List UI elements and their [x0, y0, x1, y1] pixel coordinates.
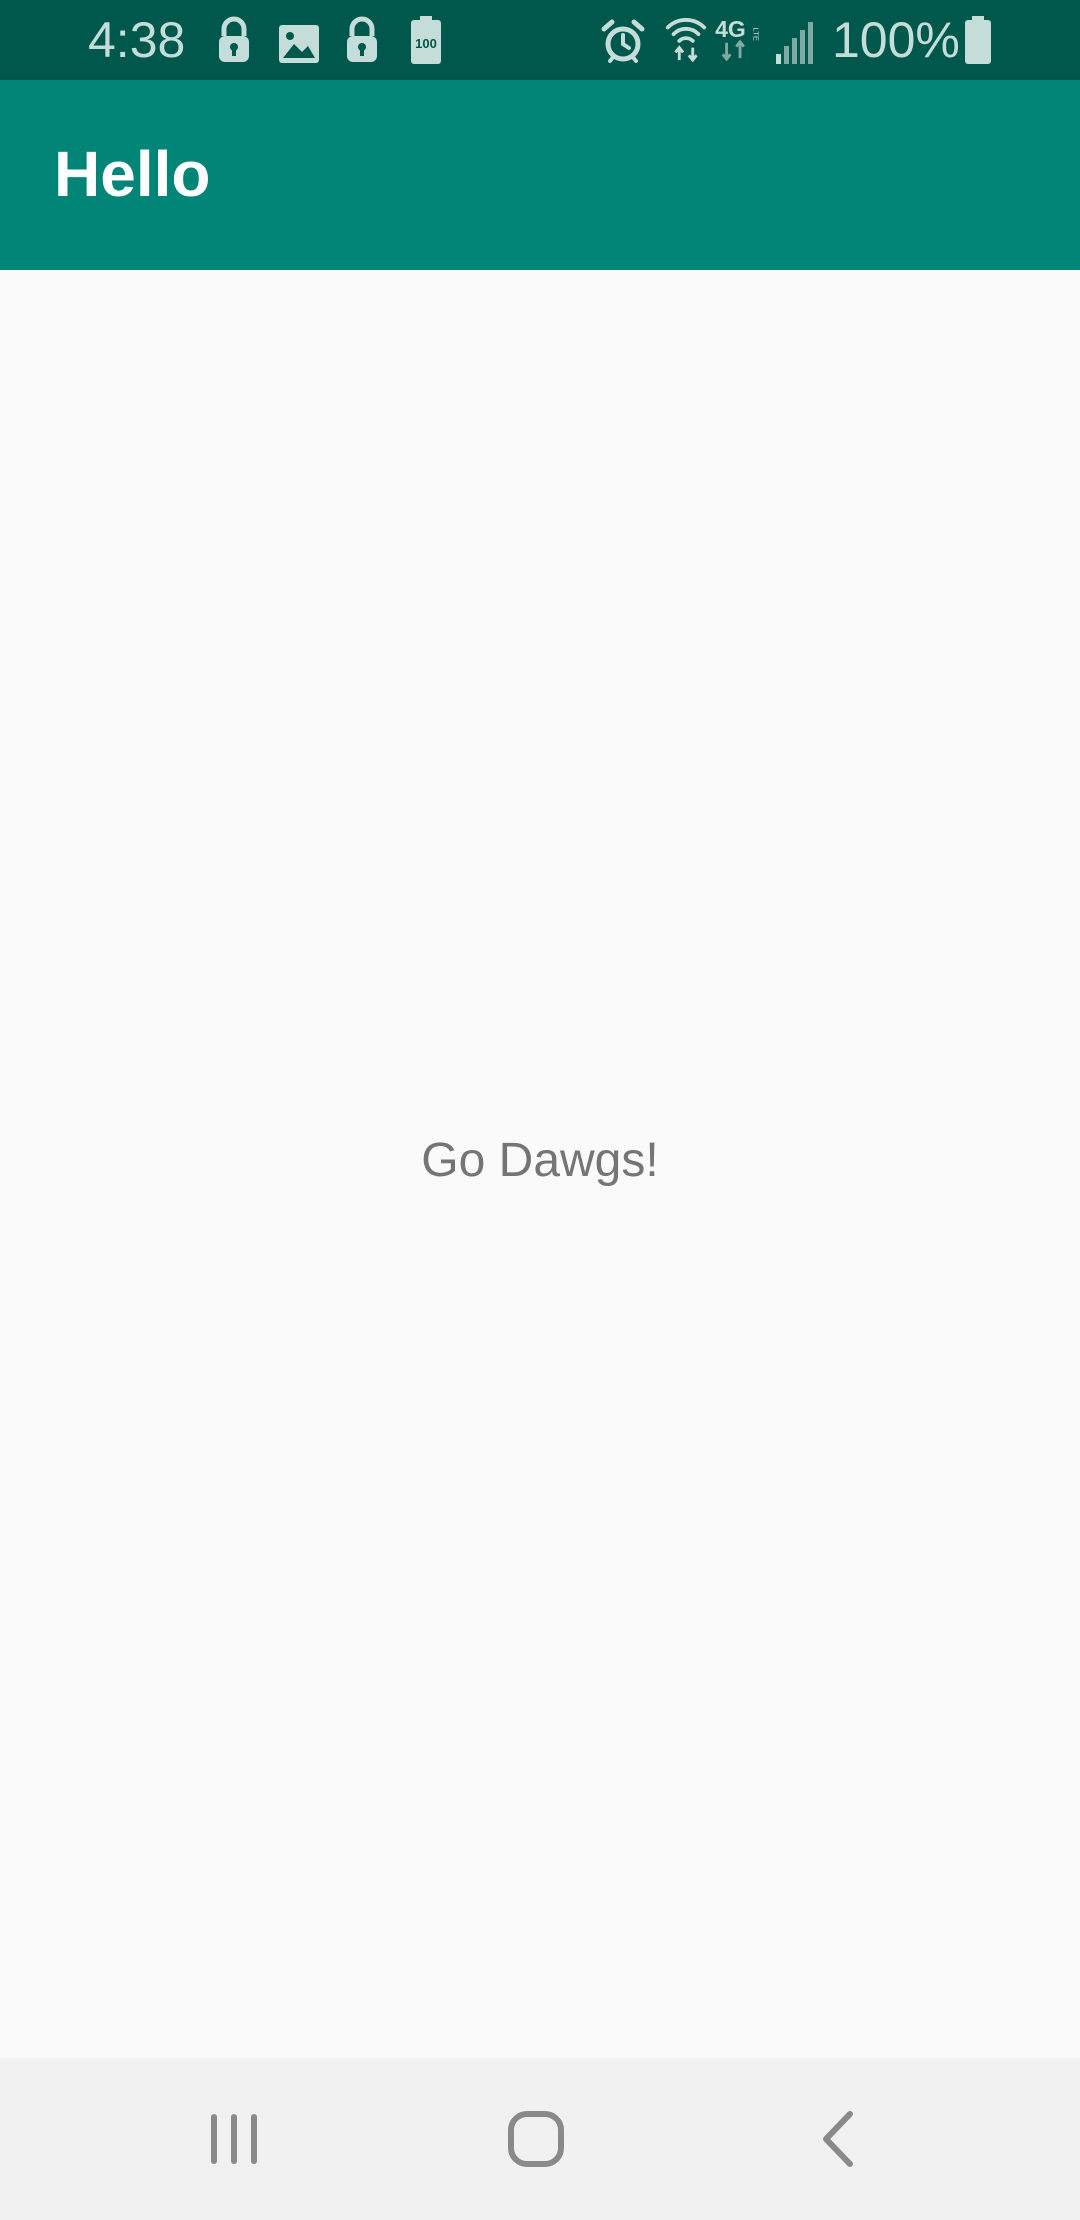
home-button[interactable]	[476, 2084, 596, 2194]
home-icon	[508, 2111, 564, 2167]
network-sub-label: LTE	[751, 27, 760, 41]
back-button[interactable]	[778, 2084, 898, 2194]
status-time: 4:38	[88, 12, 186, 68]
lock-icon	[347, 16, 377, 62]
recent-apps-button[interactable]	[174, 2084, 294, 2194]
navigation-bar	[0, 2058, 1080, 2220]
back-icon	[823, 2111, 853, 2167]
wifi-icon	[665, 18, 707, 62]
battery-percent: 100%	[832, 12, 960, 68]
message-text: Go Dawgs!	[421, 1134, 659, 1187]
recent-apps-icon	[211, 2114, 257, 2164]
network-4g-lte-icon: 4G LTE	[715, 16, 760, 62]
network-label: 4G	[715, 16, 746, 42]
battery-badge: 100	[415, 36, 437, 51]
app-title: Hello	[54, 138, 211, 210]
main-content: Go Dawgs!	[0, 270, 1080, 2058]
screen: 4:38 100 4G LTE 100% Hello Go Dawgs!	[0, 0, 1080, 2220]
battery-icon	[965, 16, 991, 64]
status-bar: 4:38 100 4G LTE 100%	[0, 0, 1080, 80]
battery-100-icon: 100	[411, 16, 441, 64]
alarm-icon	[601, 19, 645, 63]
lock-icon	[219, 16, 249, 62]
app-bar: Hello	[0, 80, 1080, 270]
signal-icon	[776, 22, 813, 64]
image-icon	[279, 25, 319, 63]
